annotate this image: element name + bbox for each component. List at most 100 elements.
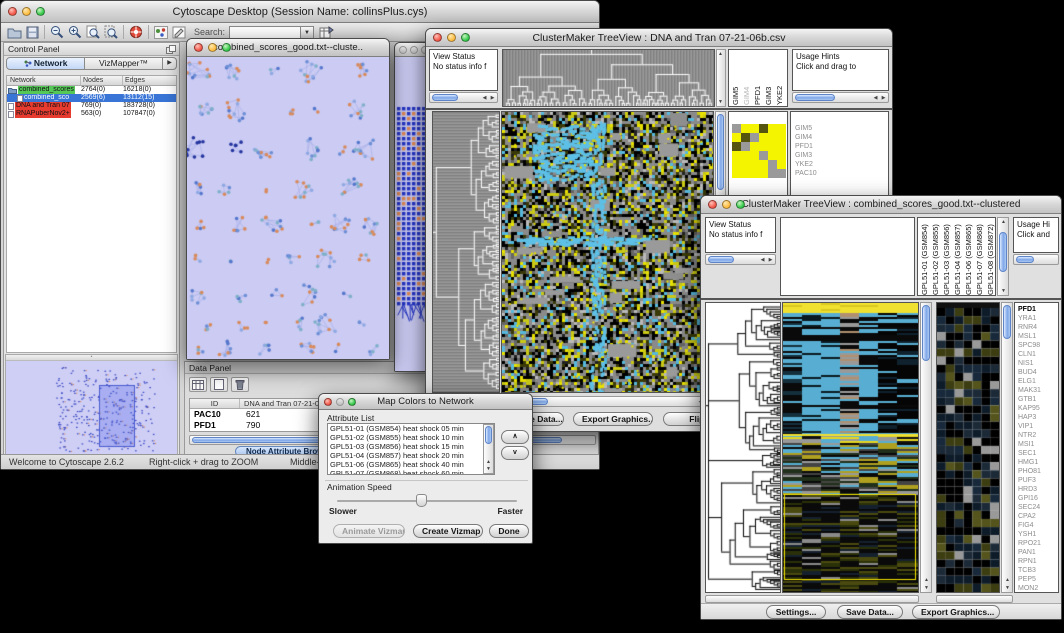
export-graphics-button[interactable]: Export Graphics...	[573, 412, 653, 426]
zoom-out-icon[interactable]	[50, 25, 64, 39]
zoom-window-icon[interactable]	[461, 33, 470, 42]
zoom-view-vscrollbar[interactable]: ▲ ▼	[1001, 302, 1013, 593]
view-status-hscrollbar[interactable]: ◀ ▶	[705, 254, 776, 265]
scroll-down-icon[interactable]: ▼	[1000, 288, 1007, 294]
scroll-up-icon[interactable]: ▲	[1000, 219, 1007, 225]
minimize-icon[interactable]	[22, 7, 31, 16]
close-icon[interactable]	[324, 398, 332, 406]
window-controls[interactable]	[194, 39, 231, 56]
window-controls[interactable]	[433, 29, 470, 46]
heatmap-canvas[interactable]	[502, 112, 713, 392]
tab-overflow-arrow[interactable]: ▶	[163, 57, 177, 70]
birdseye-canvas[interactable]	[6, 361, 177, 454]
zoom-view-canvas[interactable]	[937, 303, 999, 592]
help-lifebuoy-icon[interactable]	[129, 25, 143, 39]
zoom-fit-icon[interactable]	[86, 25, 100, 39]
scroll-down-icon[interactable]: ▼	[923, 585, 930, 591]
similarity-matrix[interactable]	[732, 124, 786, 178]
animate-vizmap-button[interactable]: Animate Vizmap	[333, 524, 405, 538]
scroll-right-icon[interactable]: ▶	[489, 95, 496, 101]
main-title-bar[interactable]: Cytoscape Desktop (Session Name: collins…	[1, 1, 599, 23]
scroll-thumb[interactable]	[708, 256, 734, 263]
tab-network[interactable]: Network	[6, 57, 85, 70]
network-row-rnapuber[interactable]: RNAPuberNov2+ 563(0) 107847(0)	[7, 110, 176, 118]
heatmap-canvas[interactable]	[783, 303, 918, 592]
scroll-thumb[interactable]	[1016, 256, 1034, 263]
scroll-thumb[interactable]	[485, 426, 492, 444]
usage-hints-hscrollbar[interactable]	[1013, 254, 1059, 265]
network-row-selected[interactable]: combined_sco 2569(6) 13112(15)	[7, 94, 176, 102]
zoom-window-icon[interactable]	[736, 200, 745, 209]
search-input[interactable]	[229, 26, 301, 39]
network-row-combined-scores[interactable]: combined_scores 2764(0) 16218(0)	[7, 86, 176, 94]
close-icon[interactable]	[708, 200, 717, 209]
close-icon[interactable]	[194, 43, 203, 52]
bottom-hscrollbar-2[interactable]	[936, 595, 1013, 603]
scroll-up-icon[interactable]: ▲	[1004, 577, 1011, 583]
zoom-in-icon[interactable]	[68, 25, 82, 39]
search-combo-arrow-icon[interactable]: ▼	[301, 26, 314, 39]
treeview2-title-bar[interactable]: ClusterMaker TreeView : combined_scores_…	[701, 196, 1061, 214]
export-graphics-button[interactable]: Export Graphics...	[912, 605, 1000, 619]
usage-hints-hscrollbar[interactable]: ◀ ▶	[792, 92, 889, 103]
treeview1-title-bar[interactable]: ClusterMaker TreeView : DNA and Tran 07-…	[426, 29, 892, 47]
scroll-right-icon[interactable]: ▶	[767, 257, 774, 263]
column-dendro-vscrollbar[interactable]: ▲ ▼	[716, 49, 726, 107]
tab-vizmapper[interactable]: VizMapper™	[85, 57, 163, 70]
scroll-right-icon[interactable]: ▶	[880, 95, 887, 101]
minimize-icon[interactable]	[208, 43, 217, 52]
create-vizmap-button[interactable]: Create Vizmap	[413, 524, 483, 538]
window-controls[interactable]	[324, 394, 356, 409]
close-icon[interactable]	[8, 7, 17, 16]
scroll-left-icon[interactable]: ◀	[481, 95, 488, 101]
window-controls[interactable]	[8, 1, 45, 22]
annotation-icon[interactable]	[172, 26, 186, 39]
minimize-icon[interactable]	[336, 398, 344, 406]
scroll-down-icon[interactable]: ▼	[485, 466, 492, 472]
float-panel-icon[interactable]	[166, 45, 176, 58]
listbox-vscrollbar[interactable]: ▲ ▼	[483, 424, 494, 474]
scroll-thumb[interactable]	[795, 94, 835, 101]
close-icon[interactable]	[399, 46, 407, 54]
attribute-browser-icon[interactable]	[319, 26, 334, 39]
network-canvas[interactable]	[187, 57, 389, 359]
settings-button[interactable]: Settings...	[766, 605, 826, 619]
zoom-window-icon[interactable]	[222, 43, 231, 52]
scroll-up-icon[interactable]: ▲	[717, 51, 724, 57]
network-title-bar[interactable]: combined_scores_good.txt--cluste...	[187, 39, 389, 57]
view-status-hscrollbar[interactable]: ◀ ▶	[429, 92, 498, 103]
zoom-window-icon[interactable]	[36, 7, 45, 16]
column-header-network[interactable]: Network	[7, 76, 81, 85]
close-icon[interactable]	[433, 33, 442, 42]
scroll-thumb[interactable]	[999, 232, 1007, 272]
done-button[interactable]: Done	[489, 524, 529, 538]
scroll-left-icon[interactable]: ◀	[759, 257, 766, 263]
scroll-thumb[interactable]	[717, 114, 724, 190]
dialog-title-bar[interactable]: Map Colors to Network	[319, 394, 532, 410]
table-icon[interactable]	[189, 377, 207, 392]
zoom-window-icon[interactable]	[348, 398, 356, 406]
row-dendrogram-canvas[interactable]	[433, 112, 499, 392]
window-controls[interactable]	[708, 196, 745, 213]
attribute-listbox[interactable]: GPL51-01 (GSM854) heat shock 05 minGPL51…	[327, 423, 495, 475]
column-dendrogram-canvas[interactable]	[503, 50, 714, 106]
network-table-header[interactable]: Network Nodes Edges	[7, 76, 176, 86]
scroll-down-icon[interactable]: ▼	[1004, 585, 1011, 591]
minimize-icon[interactable]	[447, 33, 456, 42]
new-attribute-icon[interactable]	[210, 377, 228, 392]
speed-slider-thumb[interactable]	[416, 494, 427, 507]
heatmap-vscrollbar[interactable]: ▲ ▼	[920, 302, 932, 593]
open-session-icon[interactable]	[7, 26, 22, 39]
trash-icon[interactable]	[231, 377, 249, 392]
save-session-icon[interactable]	[26, 26, 39, 39]
column-dendrogram-panel[interactable]	[780, 217, 915, 296]
network-row-dna-tran[interactable]: DNA and Tran 07 769(0) 183728(0)	[7, 102, 176, 110]
minimize-icon[interactable]	[722, 200, 731, 209]
column-header-id[interactable]: ID	[190, 399, 240, 408]
move-up-button[interactable]: ∧	[501, 430, 529, 444]
speed-slider-track[interactable]	[337, 500, 517, 502]
row-dendrogram-canvas[interactable]	[706, 303, 780, 592]
column-labels-vscrollbar[interactable]: ▲ ▼	[997, 217, 1009, 296]
vizmapper-tool-icon[interactable]	[154, 26, 168, 39]
bottom-hscrollbar[interactable]	[705, 595, 919, 603]
